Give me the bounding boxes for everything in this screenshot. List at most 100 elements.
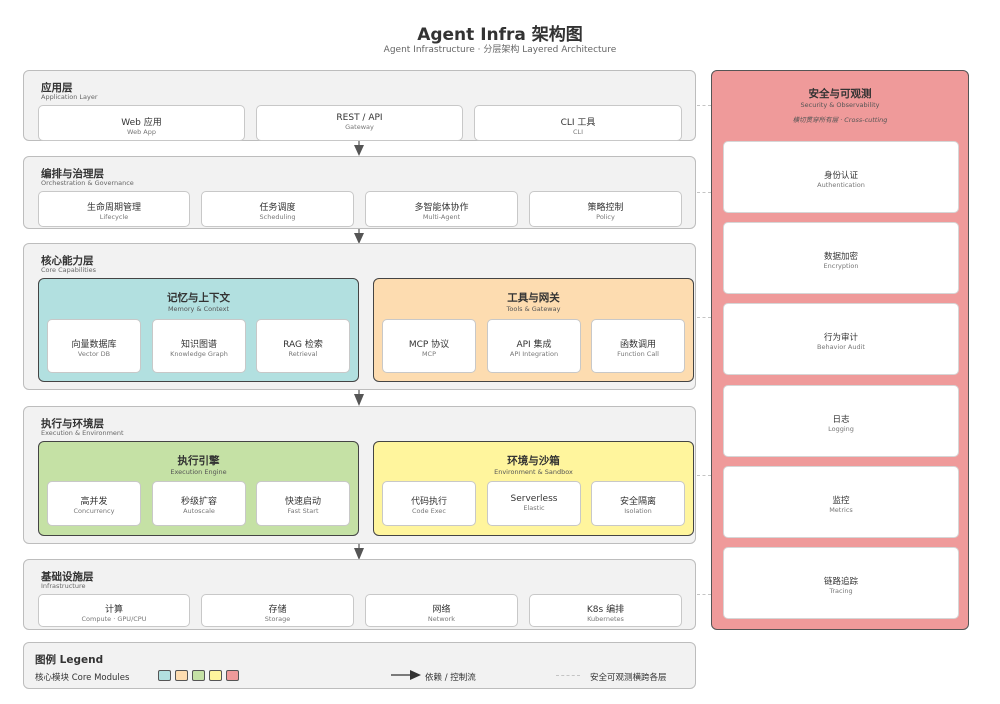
security-observability-panel: 安全与可观测 Security & Observability 横切贯穿所有层 … (711, 70, 969, 630)
cross-cut-connector (697, 594, 711, 595)
box-sublabel: Authentication (817, 181, 865, 189)
box-sublabel: Isolation (624, 507, 652, 515)
box-label: 秒级扩容 (180, 497, 217, 507)
api-integration-box: API 集成 API Integration (487, 319, 581, 373)
box-sublabel: Lifecycle (99, 213, 129, 221)
box-sublabel: Compute · GPU/CPU (81, 615, 147, 623)
box-label: 链路追踪 (823, 577, 858, 587)
behavior-audit-box: 行为审计 Behavior Audit (723, 303, 959, 375)
box-sublabel: Web App (127, 128, 156, 136)
legend-core-modules-label: 核心模块 Core Modules (35, 673, 130, 683)
encryption-box: 数据加密 Encryption (723, 222, 959, 294)
policy-box: 策略控制 Policy (529, 191, 682, 227)
legend-dependency-label: 依赖 / 控制流 (425, 673, 476, 683)
layer-subtitle: Orchestration & Governance (41, 179, 134, 187)
box-sublabel: Multi-Agent (422, 213, 461, 221)
box-label: RAG 检索 (283, 340, 323, 350)
box-sublabel: Concurrency (73, 507, 115, 515)
flow-arrow (354, 544, 364, 560)
box-label: 任务调度 (259, 203, 296, 213)
metrics-box: 监控 Metrics (723, 466, 959, 538)
box-label: K8s 编排 (586, 605, 625, 615)
box-label: 数据加密 (823, 252, 858, 262)
rag-retrieval-box: RAG 检索 Retrieval (256, 319, 350, 373)
legend-swatch-tools (175, 670, 188, 681)
box-sublabel: Encryption (823, 262, 859, 270)
box-sublabel: Storage (264, 615, 291, 623)
box-label: 存储 (268, 605, 287, 615)
box-label: 生命周期管理 (86, 203, 141, 213)
box-label: 身份认证 (823, 171, 858, 181)
module-title: 记忆与上下文 (167, 292, 230, 304)
box-label: REST / API (336, 113, 383, 123)
tools-gateway-module: 工具与网关 Tools & Gateway MCP 协议 MCP API 集成 … (373, 278, 694, 382)
legend-swatch-execution (192, 670, 205, 681)
serverless-box: Serverless Elastic (487, 481, 581, 526)
cross-cut-connector (697, 105, 711, 106)
compute-box: 计算 Compute · GPU/CPU (38, 594, 190, 627)
box-sublabel: Knowledge Graph (170, 350, 228, 358)
box-label: 日志 (832, 415, 850, 425)
module-subtitle: Memory & Context (167, 305, 230, 313)
vector-db-box: 向量数据库 Vector DB (47, 319, 141, 373)
box-sublabel: Retrieval (288, 350, 318, 358)
box-sublabel: Tracing (829, 587, 853, 595)
tracing-box: 链路追踪 Tracing (723, 547, 959, 619)
network-box: 网络 Network (365, 594, 518, 627)
layer-subtitle: Application Layer (41, 93, 98, 101)
box-sublabel: Fast Start (287, 507, 319, 515)
legend-arrow-icon (391, 670, 421, 680)
module-subtitle: Tools & Gateway (506, 305, 561, 313)
application-layer: 应用层 Application Layer Web 应用 Web App RES… (23, 70, 696, 141)
box-label: 策略控制 (587, 203, 624, 213)
box-sublabel: CLI (572, 128, 584, 136)
box-label: 网络 (432, 605, 451, 615)
memory-context-module: 记忆与上下文 Memory & Context 向量数据库 Vector DB … (38, 278, 359, 382)
legend-swatch-environment (209, 670, 222, 681)
box-sublabel: Logging (828, 425, 854, 433)
web-app-box: Web 应用 Web App (38, 105, 245, 141)
box-label: CLI 工具 (560, 118, 596, 128)
module-title: 环境与沙箱 (507, 455, 560, 467)
security-title: 安全与可观测 (808, 88, 872, 100)
box-sublabel: Metrics (829, 506, 853, 514)
box-label: 函数调用 (619, 340, 656, 350)
box-sublabel: Elastic (523, 504, 545, 512)
flow-arrow (354, 390, 364, 406)
lifecycle-box: 生命周期管理 Lifecycle (38, 191, 190, 227)
flow-arrow (354, 141, 364, 156)
module-subtitle: Environment & Sandbox (494, 468, 573, 476)
storage-box: 存储 Storage (201, 594, 354, 627)
box-sublabel: Policy (596, 213, 615, 221)
fast-start-box: 快速启动 Fast Start (256, 481, 350, 526)
execution-engine-module: 执行引擎 Execution Engine 高并发 Concurrency 秒级… (38, 441, 359, 536)
module-title: 执行引擎 (177, 455, 220, 467)
module-subtitle: Execution Engine (170, 468, 227, 476)
box-sublabel: MCP (421, 350, 437, 358)
isolation-box: 安全隔离 Isolation (591, 481, 685, 526)
cross-cut-connector (697, 192, 711, 193)
autoscale-box: 秒级扩容 Autoscale (152, 481, 246, 526)
layer-subtitle: Execution & Environment (41, 429, 124, 437)
scheduling-box: 任务调度 Scheduling (201, 191, 354, 227)
box-label: 行为审计 (823, 333, 858, 343)
box-sublabel: Kubernetes (587, 615, 624, 623)
cross-cut-connector (697, 475, 711, 476)
box-label: 高并发 (80, 497, 108, 507)
orchestration-layer: 编排与治理层 Orchestration & Governance 生命周期管理… (23, 156, 696, 229)
box-label: 监控 (832, 496, 850, 506)
box-label: 多智能体协作 (414, 203, 469, 213)
layer-subtitle: Infrastructure (41, 582, 86, 590)
box-label: 代码执行 (410, 497, 447, 507)
code-exec-box: 代码执行 Code Exec (382, 481, 476, 526)
authentication-box: 身份认证 Authentication (723, 141, 959, 213)
legend-swatch-memory (158, 670, 171, 681)
cli-tool-box: CLI 工具 CLI (474, 105, 682, 141)
box-sublabel: Vector DB (77, 350, 111, 358)
box-sublabel: Autoscale (183, 507, 215, 515)
box-sublabel: Behavior Audit (817, 343, 865, 351)
box-label: Web 应用 (121, 118, 162, 128)
box-label: API 集成 (516, 340, 552, 350)
cross-cut-connector (697, 317, 711, 318)
infrastructure-layer: 基础设施层 Infrastructure 计算 Compute · GPU/CP… (23, 559, 696, 630)
